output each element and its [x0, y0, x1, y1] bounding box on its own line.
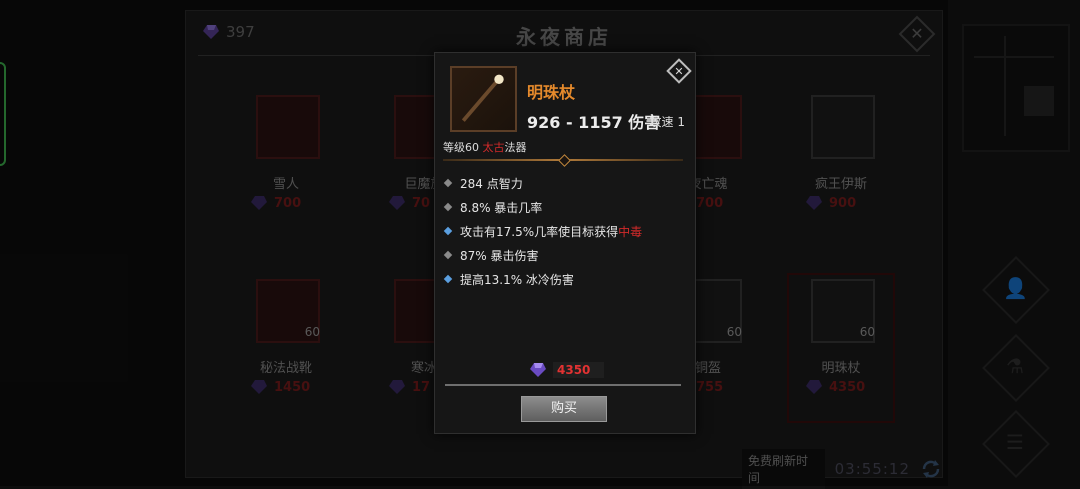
- item-type: 法器: [504, 141, 527, 154]
- staff-icon: [450, 66, 517, 132]
- tooltip-bottom-divider: [445, 384, 681, 386]
- item-tooltip: 明珠杖 926 - 1157 伤害 攻速 1 ✕ 等级60 太古法器 284 点…: [434, 52, 696, 434]
- stat-line: 284 点智力: [443, 171, 642, 195]
- stat-line: 提高13.1% 冰冷伤害: [443, 267, 642, 291]
- stat-line: 攻击有17.5%几率使目标获得 中毒: [443, 219, 643, 243]
- item-meta: 等级60 太古法器: [443, 141, 527, 154]
- bullet-icon: [443, 250, 453, 260]
- stat-line: 87% 暴击伤害: [443, 243, 642, 267]
- price-amount: 4350: [553, 362, 605, 378]
- tooltip-price: 4350: [529, 362, 605, 378]
- close-icon: ✕: [674, 64, 684, 78]
- item-name: 明珠杖: [527, 83, 576, 102]
- bullet-icon: [443, 178, 453, 188]
- buy-button[interactable]: 购买: [521, 396, 607, 422]
- stat-line: 8.8% 暴击几率: [443, 195, 642, 219]
- divider-diamond: [558, 154, 571, 167]
- bullet-icon: [443, 226, 453, 236]
- rarity-label: 太古: [482, 141, 505, 154]
- damage-range: 926 - 1157 伤害: [527, 113, 661, 132]
- bullet-icon: [443, 202, 453, 212]
- stat-list: 284 点智力 8.8% 暴击几率 攻击有17.5%几率使目标获得 中毒 87% …: [443, 171, 643, 291]
- attack-speed: 攻速 1: [649, 115, 685, 129]
- tooltip-close-button[interactable]: ✕: [666, 58, 692, 84]
- poison-highlight: 中毒: [618, 224, 643, 239]
- gem-icon: [529, 362, 547, 378]
- bullet-icon: [443, 274, 453, 284]
